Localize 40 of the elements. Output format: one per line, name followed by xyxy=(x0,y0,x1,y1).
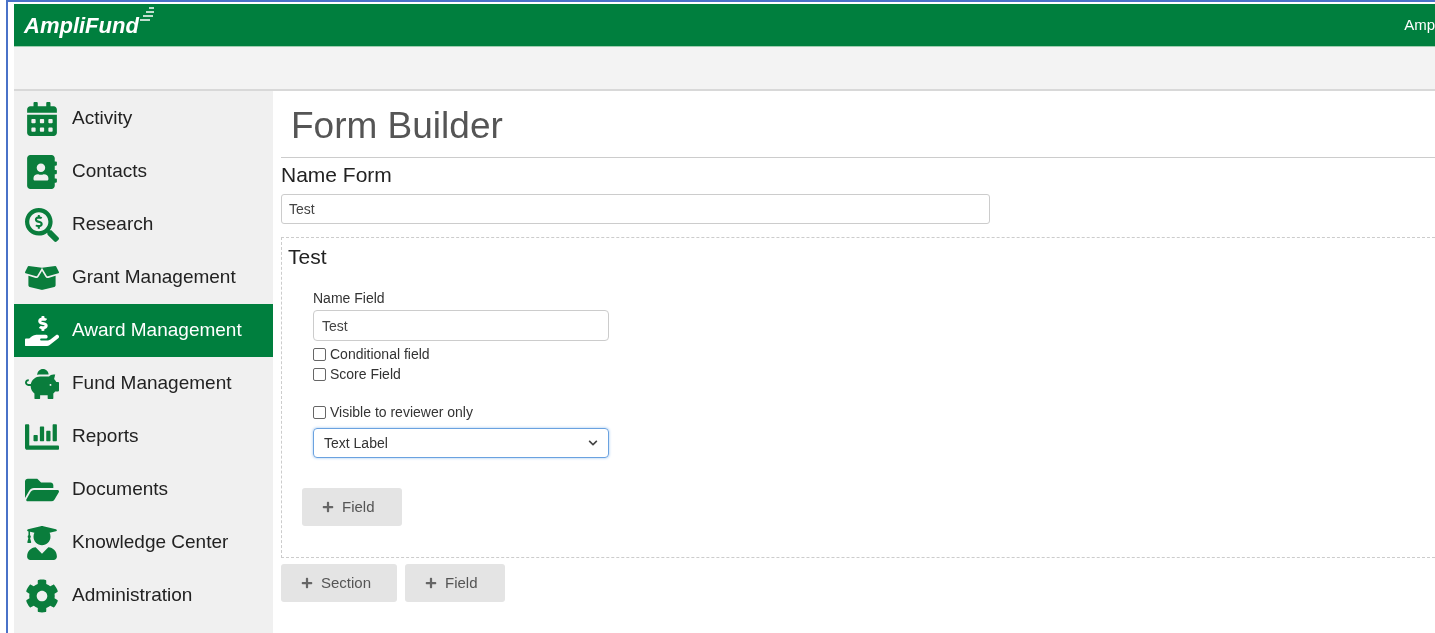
checkbox[interactable] xyxy=(313,405,326,419)
checkbox-label: Score Field xyxy=(330,365,401,384)
name-field-input[interactable]: Test xyxy=(313,310,609,341)
user-name[interactable]: Amp xyxy=(1404,13,1435,37)
sidebar-item[interactable]: Fund Management xyxy=(14,357,273,410)
sidebar-item[interactable]: Award Management xyxy=(14,304,273,357)
field-label: Name Field xyxy=(313,289,386,308)
hand-dollar-icon xyxy=(25,313,59,348)
piggy-bank-icon xyxy=(25,366,59,401)
section-title: Test xyxy=(288,244,328,270)
add-button[interactable]: Section xyxy=(281,564,397,602)
sidebar-item[interactable]: Knowledge Center xyxy=(14,516,273,569)
add-button[interactable]: Field xyxy=(405,564,505,602)
checkbox-label: Conditional field xyxy=(330,345,430,364)
form-name-field[interactable]: Test xyxy=(281,194,990,224)
logo[interactable]: AmpliFund xyxy=(24,8,139,42)
field-type-select[interactable]: Text Label xyxy=(313,428,609,458)
checkbox[interactable] xyxy=(313,367,326,381)
plus-icon xyxy=(301,577,313,589)
sidebar-item[interactable]: Grant Management xyxy=(14,251,273,304)
dollar-search-icon xyxy=(25,207,59,242)
plus-icon xyxy=(322,501,334,513)
logo-lines-icon xyxy=(138,6,155,21)
sidebar-item[interactable]: Reports xyxy=(14,410,273,463)
chevron-down-icon xyxy=(588,438,598,448)
calendar-icon xyxy=(25,101,59,136)
page-title: Form Builder xyxy=(281,91,1435,158)
checkbox[interactable] xyxy=(313,347,326,361)
sidebar-item[interactable]: Administration xyxy=(14,569,273,622)
sidebar-item[interactable]: Contacts xyxy=(14,145,273,198)
plus-icon xyxy=(425,577,437,589)
sidebar-item[interactable]: Research xyxy=(14,198,273,251)
address-book-icon xyxy=(25,154,59,189)
sidebar-item[interactable]: Documents xyxy=(14,463,273,516)
sidebar-item[interactable]: Activity xyxy=(14,92,273,145)
add-button[interactable]: Field xyxy=(302,488,402,526)
gear-icon xyxy=(25,578,59,613)
graduate-icon xyxy=(25,525,59,560)
form-name-label: Name Form xyxy=(281,162,393,188)
checkbox-label: Visible to reviewer only xyxy=(330,403,473,422)
